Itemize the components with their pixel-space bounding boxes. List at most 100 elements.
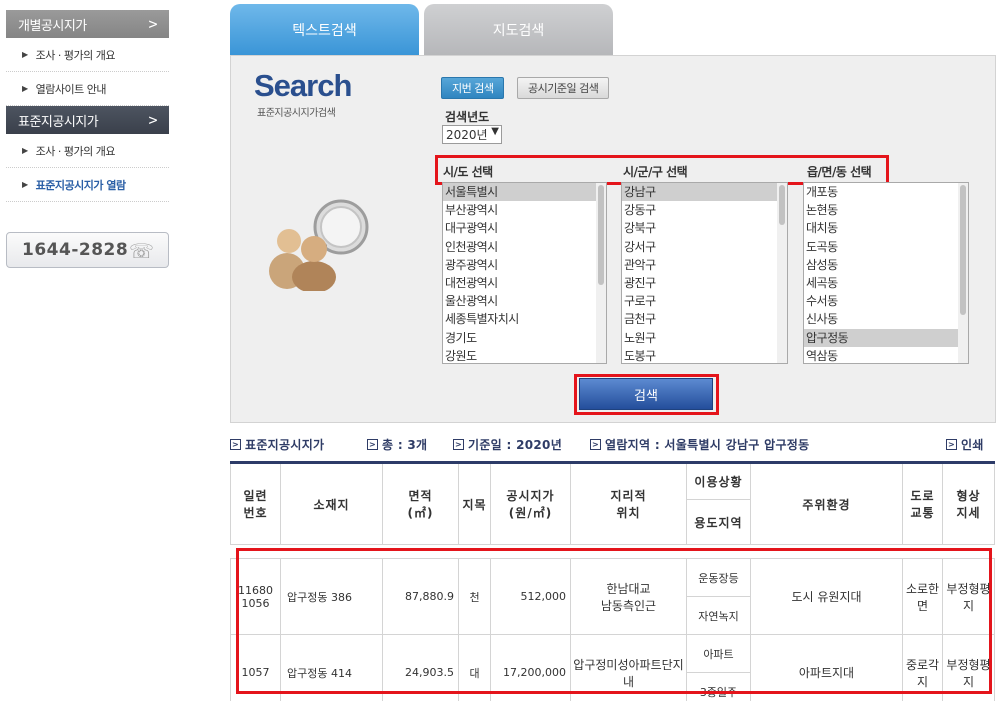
info-region-value: 서울특별시 강남구 압구정동: [664, 438, 810, 452]
listbox-option[interactable]: 강북구: [622, 219, 787, 237]
info-total-label: 총 :: [382, 438, 403, 452]
listbox-option[interactable]: 울산광역시: [443, 292, 606, 310]
listbox-option[interactable]: 금천구: [622, 310, 787, 328]
listbox-option[interactable]: 구로구: [622, 292, 787, 310]
address-search-button[interactable]: 지번 검색: [441, 77, 505, 99]
col-header-no: 일련 번호: [230, 462, 281, 545]
sidebar-section-label: 표준지공시지가: [18, 114, 99, 130]
tab-text-search[interactable]: 텍스트검색: [230, 4, 419, 55]
sidebar-item-overview[interactable]: ▶ 조사 · 평가의 개요: [6, 38, 169, 72]
scrollbar-thumb[interactable]: [779, 185, 785, 225]
listbox-option[interactable]: 삼성동: [804, 256, 968, 274]
listbox-option[interactable]: 논현동: [804, 201, 968, 219]
sidebar-item-label: 열람사이트 안내: [35, 82, 107, 96]
scrollbar[interactable]: [596, 183, 606, 363]
tab-map-search[interactable]: 지도검색: [424, 4, 613, 55]
scrollbar[interactable]: [958, 183, 968, 363]
listbox-option[interactable]: 부산광역시: [443, 201, 606, 219]
listbox-option[interactable]: 광진구: [622, 274, 787, 292]
listbox-option[interactable]: 강서구: [622, 238, 787, 256]
sidebar-item-site-guide[interactable]: ▶ 열람사이트 안내: [6, 72, 169, 106]
listbox-option[interactable]: 대전광역시: [443, 274, 606, 292]
table-header-row: 일련 번호 소재지 면적 (㎡) 지목 공시지가 (원/㎡) 지리적 위치 이용…: [230, 462, 995, 545]
phone-banner: 1644-2828 ☏: [6, 232, 169, 268]
listbox-option[interactable]: 관악구: [622, 256, 787, 274]
listbox-option[interactable]: 서울특별시: [443, 183, 606, 202]
people-magnifier-icon: [269, 199, 369, 291]
search-button[interactable]: 검색: [579, 378, 713, 410]
listbox-option[interactable]: 신사동: [804, 310, 968, 328]
chevron-right-icon: >: [148, 111, 157, 129]
sidebar-item-label: 표준지공시지가 열람: [35, 178, 126, 192]
scrollbar-thumb[interactable]: [598, 185, 604, 285]
sidebar: 개별공시지가 > ▶ 조사 · 평가의 개요 ▶ 열람사이트 안내 표준지공시지…: [6, 10, 169, 202]
search-logo-subtitle: 표준지공시지가검색: [257, 108, 336, 119]
scrollbar-thumb[interactable]: [960, 185, 966, 315]
col-header-road: 도로 교통: [902, 462, 943, 545]
listbox-option[interactable]: 강동구: [622, 201, 787, 219]
listbox-option[interactable]: 강남구: [622, 183, 787, 202]
year-label: 검색년도: [445, 110, 490, 124]
date-search-button[interactable]: 공시기준일 검색: [517, 77, 610, 99]
sidebar-item-overview-2[interactable]: ▶ 조사 · 평가의 개요: [6, 134, 169, 168]
listbox-option[interactable]: 노원구: [622, 329, 787, 347]
sidebar-item-label: 조사 · 평가의 개요: [35, 48, 116, 62]
bullet-icon: ▶: [22, 180, 28, 189]
print-link[interactable]: > 인쇄: [946, 436, 984, 453]
listbox-option[interactable]: 역삼동: [804, 347, 968, 363]
listbox-option[interactable]: 대구광역시: [443, 219, 606, 237]
col-header-area: 면적 (㎡): [382, 462, 459, 545]
listbox-option[interactable]: 경기도: [443, 329, 606, 347]
info-title-text: 표준지공시지가: [245, 438, 325, 452]
box-arrow-icon: >: [453, 439, 464, 450]
sidebar-section-label: 개별공시지가: [18, 18, 87, 34]
info-total-value: 3개: [407, 438, 428, 452]
listbox-option[interactable]: 도봉구: [622, 347, 787, 363]
col-header-shape: 형상 지세: [942, 462, 995, 545]
listbox-option[interactable]: 수서동: [804, 292, 968, 310]
sidebar-item-label: 조사 · 평가의 개요: [35, 144, 116, 158]
box-arrow-icon: >: [590, 439, 601, 450]
highlight-box-results: [236, 548, 992, 694]
sido-listbox[interactable]: 서울특별시 부산광역시 대구광역시 인천광역시 광주광역시 대전광역시 울산광역시 세종특별자…: [442, 182, 607, 364]
listbox-option[interactable]: 대치동: [804, 219, 968, 237]
year-select[interactable]: 2020년 ▼: [442, 125, 502, 144]
chevron-right-icon: >: [148, 15, 157, 33]
col-header-jimok: 지목: [458, 462, 491, 545]
print-label: 인쇄: [961, 438, 984, 452]
bullet-icon: ▶: [22, 146, 28, 155]
col-header-usage: 이용상황: [686, 462, 751, 500]
phone-number: 1644-2828: [22, 240, 129, 260]
listbox-option[interactable]: 도곡동: [804, 238, 968, 256]
telephone-icon: ☏: [128, 239, 154, 263]
listbox-option[interactable]: 개포동: [804, 183, 968, 201]
box-arrow-icon: >: [946, 439, 957, 450]
listbox-option[interactable]: 강원도: [443, 347, 606, 363]
listbox-option[interactable]: 광주광역시: [443, 256, 606, 274]
info-region-label: 열람지역 :: [605, 438, 660, 452]
box-arrow-icon: >: [367, 439, 378, 450]
listbox-option[interactable]: 인천광역시: [443, 238, 606, 256]
col-header-price: 공시지가 (원/㎡): [490, 462, 571, 545]
info-total: > 총 : 3개: [367, 436, 427, 453]
sidebar-item-standard-price-view[interactable]: ▶ 표준지공시지가 열람: [6, 168, 169, 202]
bullet-icon: ▶: [22, 50, 28, 59]
sidebar-section-standard-price[interactable]: 표준지공시지가 >: [6, 106, 169, 134]
year-value: 2020년: [446, 128, 488, 142]
bullet-icon: ▶: [22, 84, 28, 93]
listbox-option[interactable]: 세곡동: [804, 274, 968, 292]
sidebar-section-individual-price[interactable]: 개별공시지가 >: [6, 10, 169, 38]
col-header-zone: 용도지역: [686, 499, 751, 545]
search-logo-title: Search: [254, 68, 352, 103]
listbox-option[interactable]: 세종특별자치시: [443, 310, 606, 328]
dong-listbox[interactable]: 개포동 논현동 대치동 도곡동 삼성동 세곡동 수서동 신사동 압구정동 역삼동: [803, 182, 969, 364]
col-header-loc: 지리적 위치: [570, 462, 687, 545]
listbox-option[interactable]: 압구정동: [804, 328, 968, 347]
info-date: > 기준일 : 2020년: [453, 436, 562, 453]
scrollbar[interactable]: [777, 183, 787, 363]
box-arrow-icon: >: [230, 439, 241, 450]
info-region: > 열람지역 : 서울특별시 강남구 압구정동: [590, 436, 809, 453]
highlight-box-headers: [435, 155, 889, 185]
sigungu-listbox[interactable]: 강남구 강동구 강북구 강서구 관악구 광진구 구로구 금천구 노원구 도봉구: [621, 182, 788, 364]
info-title: > 표준지공시지가: [230, 436, 324, 453]
